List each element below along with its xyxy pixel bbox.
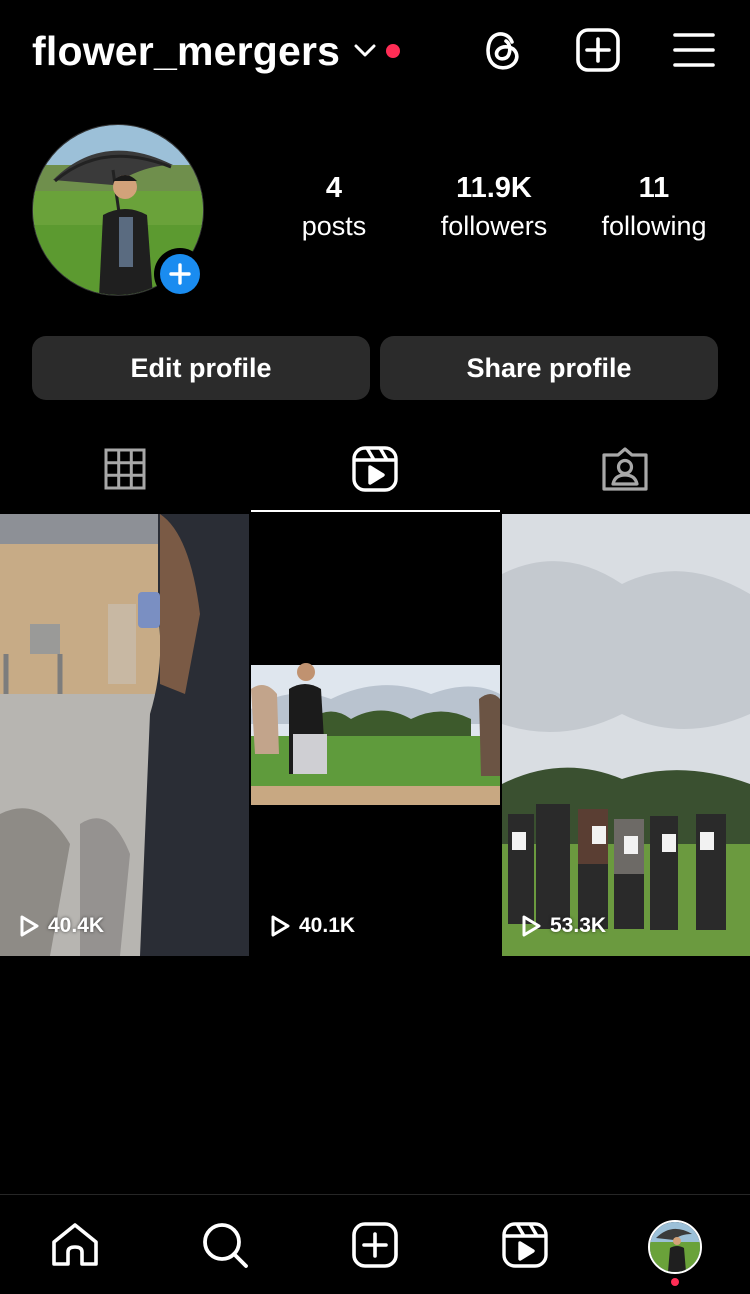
view-count-value: 40.1K bbox=[299, 914, 356, 937]
account-switcher[interactable]: flower_mergers bbox=[32, 24, 401, 78]
reel-image bbox=[502, 514, 750, 956]
menu-icon[interactable] bbox=[669, 25, 719, 75]
top-bar: flower_mergers bbox=[0, 0, 750, 100]
tab-posts-grid[interactable] bbox=[0, 430, 250, 512]
grid-icon bbox=[104, 448, 146, 495]
stat-label: followers bbox=[440, 211, 548, 241]
reel-image bbox=[251, 514, 500, 956]
reel-image bbox=[0, 514, 249, 956]
nav-home[interactable] bbox=[45, 1217, 105, 1277]
play-icon bbox=[20, 915, 39, 937]
reel-thumbnail[interactable]: 40.1K bbox=[251, 514, 500, 956]
profile-avatar-container[interactable] bbox=[32, 124, 206, 300]
view-count-value: 53.3K bbox=[550, 914, 607, 937]
tab-tagged[interactable] bbox=[500, 430, 750, 512]
view-count: 53.3K bbox=[520, 914, 606, 938]
profile-header: 4 posts 11.9K followers 11 following bbox=[0, 120, 750, 310]
stat-label: following bbox=[601, 211, 707, 241]
stat-value: 4 bbox=[325, 172, 343, 204]
stat-label: posts bbox=[301, 211, 367, 241]
home-icon bbox=[51, 1222, 99, 1273]
nav-search[interactable] bbox=[195, 1217, 255, 1277]
view-count: 40.1K bbox=[269, 914, 355, 938]
tab-reels[interactable] bbox=[250, 430, 500, 512]
stat-value: 11.9K bbox=[456, 172, 532, 204]
notification-dot bbox=[671, 1278, 679, 1286]
bottom-navigation bbox=[0, 1194, 750, 1294]
view-count: 40.4K bbox=[18, 914, 104, 938]
stat-posts[interactable]: 4 posts bbox=[254, 168, 414, 244]
chevron-down-icon bbox=[354, 40, 376, 62]
notification-dot bbox=[386, 44, 401, 58]
reel-thumbnail[interactable]: 53.3K bbox=[502, 514, 750, 956]
plus-icon bbox=[160, 254, 200, 294]
profile-avatar bbox=[648, 1220, 702, 1274]
username-label: flower_mergers bbox=[32, 27, 341, 74]
nav-reels[interactable] bbox=[495, 1217, 555, 1277]
stat-followers[interactable]: 11.9K followers bbox=[414, 168, 574, 244]
reels-icon bbox=[352, 445, 398, 497]
reels-grid: 40.4K 40.1K 53.3K bbox=[0, 514, 750, 956]
share-profile-button[interactable]: Share profile bbox=[380, 336, 718, 400]
reels-icon bbox=[502, 1221, 548, 1273]
active-tab-indicator bbox=[251, 510, 500, 512]
nav-create[interactable] bbox=[345, 1217, 405, 1277]
add-story-button[interactable] bbox=[154, 248, 206, 300]
play-icon bbox=[271, 915, 290, 937]
edit-profile-button[interactable]: Edit profile bbox=[32, 336, 370, 400]
stat-following[interactable]: 11 following bbox=[574, 168, 734, 244]
tagged-icon bbox=[602, 446, 648, 496]
threads-icon[interactable] bbox=[477, 25, 527, 75]
view-count-value: 40.4K bbox=[48, 914, 105, 937]
search-icon bbox=[201, 1221, 249, 1274]
reel-thumbnail[interactable]: 40.4K bbox=[0, 514, 249, 956]
create-icon bbox=[352, 1221, 398, 1273]
nav-profile[interactable] bbox=[645, 1217, 705, 1277]
stat-value: 11 bbox=[638, 172, 670, 204]
profile-tabs bbox=[0, 430, 750, 514]
create-post-icon[interactable] bbox=[573, 25, 623, 75]
play-icon bbox=[522, 915, 541, 937]
